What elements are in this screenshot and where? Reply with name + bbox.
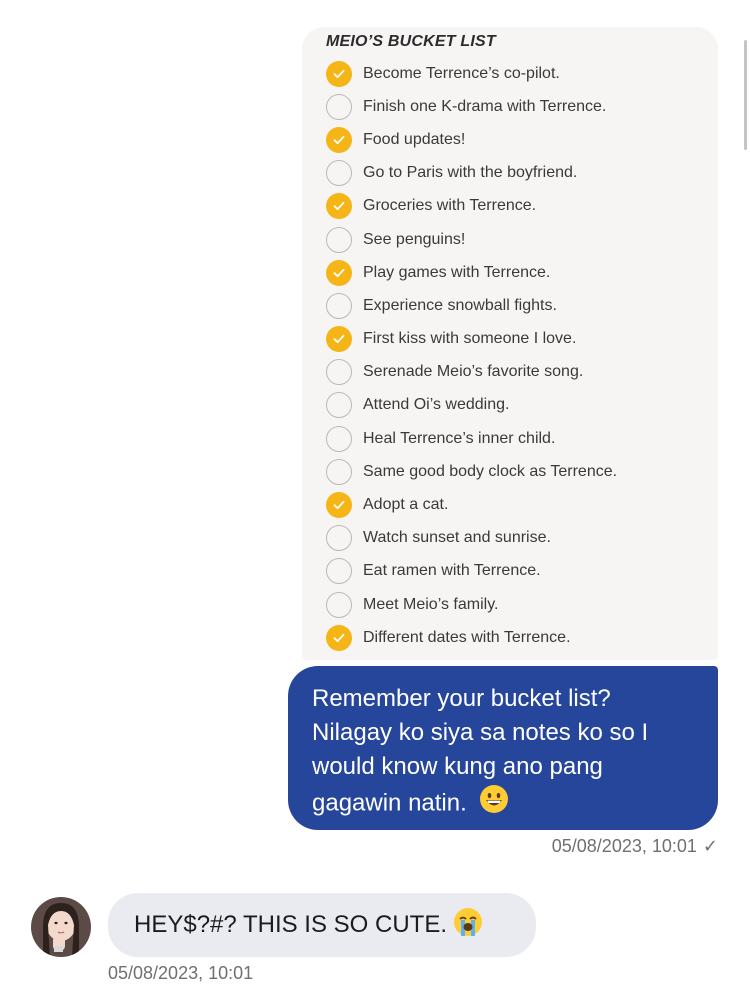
checked-circle-icon [326,60,352,87]
checklist-item: Play games with Terrence. [326,256,718,289]
checked-circle-icon [326,492,352,519]
checklist-item-label: First kiss with someone I love. [363,330,577,348]
checklist-item-label: Become Terrence’s co-pilot. [363,64,560,82]
shared-image-notes[interactable]: MEIO’S BUCKET LIST Become Terrence’s co-… [302,27,718,660]
unchecked-circle-icon [326,591,352,618]
checklist-item-label: Watch sunset and sunrise. [363,529,551,547]
grinning-face-emoji-icon [479,784,509,824]
checklist-item-label: Same good body clock as Terrence. [363,462,618,480]
checklist-item: Experience snowball fights. [326,289,718,322]
checklist-item-label: Meet Meio’s family. [363,595,499,613]
sent-timestamp: 05/08/2023, 10:01 ✓ [552,836,718,857]
checklist-item: Heal Terrence’s inner child. [326,422,718,455]
checklist-item-label: Go to Paris with the boyfriend. [363,164,578,182]
received-timestamp: 05/08/2023, 10:01 [108,963,254,983]
checklist-item: Watch sunset and sunrise. [326,522,718,555]
checklist-item: Eat ramen with Terrence. [326,555,718,588]
checklist-item: Same good body clock as Terrence. [326,455,718,488]
received-message-bubble[interactable]: HEY$?#? THIS IS SO CUTE. [108,893,536,957]
checklist-item: Become Terrence’s co-pilot. [326,57,718,90]
unchecked-circle-icon [326,425,352,452]
chat-thread: MEIO’S BUCKET LIST Become Terrence’s co-… [0,0,750,999]
checked-circle-icon [326,126,352,153]
checklist-item: Finish one K-drama with Terrence. [326,90,718,123]
checklist-item: Serenade Meio’s favorite song. [326,356,718,389]
checklist-item-label: Finish one K-drama with Terrence. [363,97,607,115]
checklist-item: Adopt a cat. [326,488,718,521]
sent-timestamp-text: 05/08/2023, 10:01 [551,836,697,856]
checklist-item: See penguins! [326,223,718,256]
checklist-item-label: Experience snowball fights. [363,296,557,314]
checklist-item: Attend Oi’s wedding. [326,389,718,422]
unchecked-circle-icon [326,558,352,585]
checklist-item: Groceries with Terrence. [326,190,718,223]
unchecked-circle-icon [326,93,352,120]
scrollbar[interactable] [744,40,747,150]
unchecked-circle-icon [326,359,352,386]
unchecked-circle-icon [326,525,352,552]
checklist-item: Different dates with Terrence. [326,621,718,654]
notes-title: MEIO’S BUCKET LIST [326,33,496,50]
checklist-item: First kiss with someone I love. [326,323,718,356]
unchecked-circle-icon [326,458,352,485]
checklist-item-label: Groceries with Terrence. [363,197,537,215]
checklist-item-label: See penguins! [363,230,466,248]
unchecked-circle-icon [326,226,352,253]
sent-message-bubble[interactable]: Remember your bucket list? Nilagay ko si… [288,666,718,830]
checklist-item-label: Food updates! [363,130,466,148]
avatar[interactable] [31,897,91,957]
checklist-item-label: Attend Oi’s wedding. [363,396,510,414]
single-check-icon: ✓ [702,836,718,856]
checked-circle-icon [326,259,352,286]
checklist-item: Meet Meio’s family. [326,588,718,621]
checked-circle-icon [326,624,352,651]
checklist-item-label: Eat ramen with Terrence. [363,562,541,580]
unchecked-circle-icon [326,292,352,319]
checklist-item-label: Adopt a cat. [363,496,449,514]
unchecked-circle-icon [326,392,352,419]
checklist-item-label: Serenade Meio’s favorite song. [363,363,584,381]
checked-circle-icon [326,326,352,353]
checklist-item-label: Heal Terrence’s inner child. [363,429,556,447]
checklist: Become Terrence’s co-pilot. Finish one K-… [326,57,718,654]
unchecked-circle-icon [326,160,352,187]
checklist-item-label: Different dates with Terrence. [363,628,571,646]
received-message-text: HEY$?#? THIS IS SO CUTE. [134,911,447,938]
checklist-item: Go to Paris with the boyfriend. [326,157,718,190]
loudly-crying-face-emoji-icon [453,907,483,944]
checklist-item-label: Play games with Terrence. [363,263,551,281]
checked-circle-icon [326,193,352,220]
checklist-item: Food updates! [326,123,718,156]
